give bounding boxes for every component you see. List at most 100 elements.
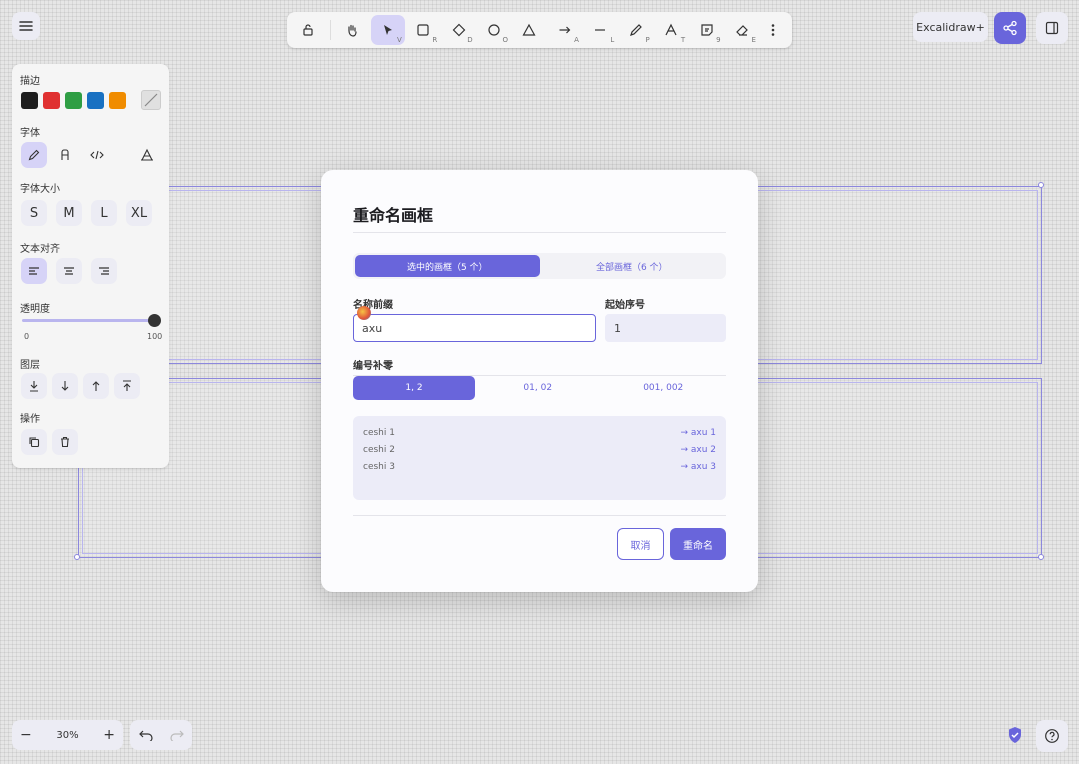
diamond-icon (452, 23, 465, 37)
eraser-icon (736, 25, 748, 36)
tool-diamond[interactable]: D (442, 15, 476, 45)
send-backward-button[interactable] (52, 373, 78, 399)
shield-icon (1009, 727, 1021, 743)
duplicate-button[interactable] (21, 429, 47, 455)
send-to-back-icon (30, 381, 38, 392)
zoom-out-button[interactable]: − (20, 727, 32, 743)
font-size-xl-button[interactable]: XL (126, 200, 152, 226)
send-to-back-button[interactable] (21, 373, 47, 399)
padding-none-option[interactable]: 1, 2 (353, 376, 475, 400)
bring-to-front-icon (123, 380, 131, 391)
arrow-icon (559, 26, 571, 34)
code-icon (90, 150, 104, 160)
delete-button[interactable] (52, 429, 78, 455)
line-icon (595, 29, 606, 31)
scope-all-option[interactable]: 全部画框（6 个） (540, 255, 725, 277)
tool-draw[interactable]: P (619, 15, 653, 45)
font-size-l-button[interactable]: L (91, 200, 117, 226)
selection-handle[interactable] (74, 554, 80, 560)
tool-text[interactable]: T (654, 15, 688, 45)
selection-handle[interactable] (1038, 554, 1044, 560)
cancel-button[interactable]: 取消 (617, 528, 664, 560)
redo-button[interactable] (169, 729, 184, 741)
tool-line[interactable]: L (583, 15, 617, 45)
divider (353, 515, 726, 516)
eyedropper-icon (144, 93, 158, 107)
layer-label: 图层 (20, 360, 40, 371)
padding-three-digit-option[interactable]: 001, 002 (601, 376, 727, 400)
scope-segmented-control: 选中的画框（5 个） 全部画框（6 个） (353, 253, 726, 279)
excalidraw-plus-button[interactable]: Excalidraw+ (913, 12, 988, 42)
encryption-badge[interactable] (1004, 724, 1026, 746)
stroke-custom-color[interactable] (141, 90, 161, 110)
align-right-button[interactable] (91, 258, 117, 284)
tool-hand[interactable] (335, 15, 369, 45)
tool-arrow[interactable]: A (548, 15, 582, 45)
start-number-input[interactable]: 1 (605, 314, 726, 342)
font-hand-drawn-button[interactable] (21, 142, 47, 168)
opacity-max: 100 (147, 332, 163, 341)
font-code-button[interactable] (84, 142, 110, 168)
scope-selected-option[interactable]: 选中的画框（5 个） (355, 255, 540, 277)
padding-segmented-control: 1, 2 01, 02 001, 002 (353, 376, 726, 400)
tool-key: L (610, 36, 615, 44)
tool-key: A (574, 36, 579, 44)
preview-new-name: → axu 3 (680, 462, 716, 472)
opacity-slider-thumb[interactable] (148, 314, 161, 327)
tool-key: O (502, 36, 509, 44)
sticky-note-icon (700, 24, 713, 36)
stroke-swatch-black[interactable] (21, 92, 38, 109)
toolbar-divider (330, 20, 332, 40)
stroke-swatch-red[interactable] (43, 92, 60, 109)
prefix-input[interactable]: axu (353, 314, 596, 342)
bring-forward-button[interactable] (83, 373, 109, 399)
text-align-label: 文本对齐 (20, 244, 60, 255)
arrow-up-icon (92, 381, 100, 391)
trash-icon (61, 436, 69, 448)
padding-two-digit-option[interactable]: 01, 02 (475, 376, 601, 400)
align-center-button[interactable] (56, 258, 82, 284)
font-size-label: 字体大小 (20, 184, 60, 195)
more-tools-button[interactable] (760, 15, 786, 45)
stroke-swatch-orange[interactable] (109, 92, 126, 109)
font-label: 字体 (20, 128, 40, 139)
tool-selection[interactable]: V (370, 15, 405, 45)
tool-triangle[interactable] (513, 15, 547, 45)
tool-key: T (680, 36, 686, 44)
cursor-avatar (357, 306, 371, 320)
tool-image[interactable]: 9 (690, 15, 724, 45)
cursor-icon (383, 25, 392, 35)
stroke-swatch-green[interactable] (65, 92, 82, 109)
share-button[interactable] (994, 12, 1026, 44)
font-normal-button[interactable] (52, 142, 78, 168)
align-left-button[interactable] (21, 258, 47, 284)
tool-lock[interactable] (291, 15, 325, 45)
font-normal-icon (61, 149, 69, 160)
sidebar-toggle-button[interactable] (1036, 12, 1068, 44)
preview-row: ceshi 1 → axu 1 (363, 428, 716, 438)
align-right-icon (99, 267, 109, 275)
stroke-swatch-blue[interactable] (87, 92, 104, 109)
opacity-slider-track[interactable] (22, 319, 154, 322)
help-button[interactable] (1036, 720, 1068, 752)
opacity-min: 0 (24, 332, 30, 341)
stroke-label: 描边 (20, 76, 40, 87)
undo-button[interactable] (138, 729, 153, 741)
arrow-down-icon (61, 381, 69, 391)
font-picker-button[interactable] (134, 142, 160, 168)
tool-eraser[interactable]: E (725, 15, 759, 45)
zoom-in-button[interactable]: + (103, 727, 115, 743)
font-size-s-button[interactable]: S (21, 200, 47, 226)
bring-to-front-button[interactable] (114, 373, 140, 399)
dialog-title: 重命名画框 (353, 206, 434, 225)
rectangle-icon (417, 24, 429, 36)
selection-handle[interactable] (1038, 182, 1044, 188)
zoom-level[interactable]: 30% (56, 730, 78, 741)
hamburger-icon (19, 21, 33, 31)
hand-icon (348, 24, 357, 37)
main-menu-button[interactable] (12, 12, 40, 40)
rename-button[interactable]: 重命名 (670, 528, 726, 560)
tool-ellipse[interactable]: O (477, 15, 511, 45)
font-size-m-button[interactable]: M (56, 200, 82, 226)
tool-rectangle[interactable]: R (406, 15, 440, 45)
